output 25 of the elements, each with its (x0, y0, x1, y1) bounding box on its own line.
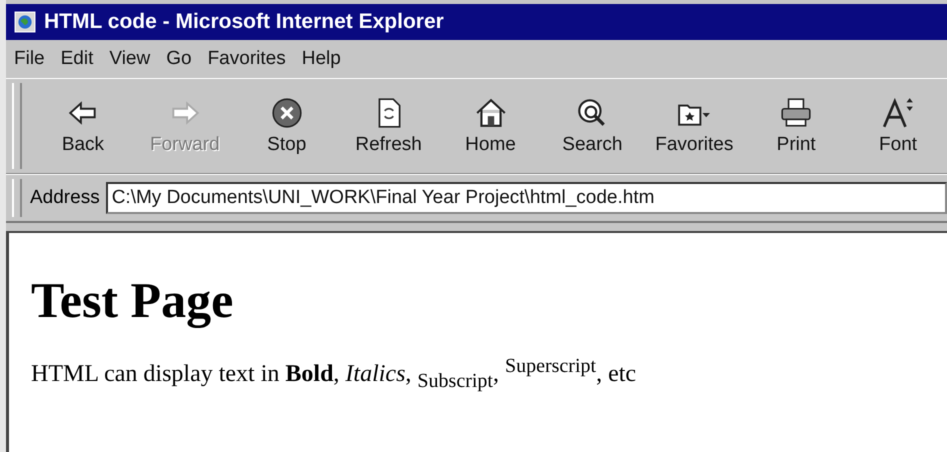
stop-icon (270, 96, 304, 130)
address-label: Address (30, 187, 100, 209)
toolbar-button[interactable]: Home (442, 94, 540, 158)
toolbar-button[interactable]: Search (543, 94, 642, 158)
menu-item[interactable]: File (14, 48, 45, 70)
menu-item[interactable]: Go (166, 48, 192, 70)
menu-item[interactable]: Help (302, 48, 341, 70)
home-icon (474, 96, 508, 130)
toolbar-button[interactable]: Font (849, 94, 947, 158)
address-field[interactable]: C:\My Documents\UNI_WORK\Final Year Project\html_code.htm (106, 182, 947, 214)
page-text: HTML can display text in Bold, Italics, $_{Subscript}$, $^{Superscript}$, etc (31, 355, 638, 393)
window-title: HTML code - Microsoft Internet Explorer (44, 10, 444, 34)
toolbar-button[interactable]: Print (747, 94, 846, 158)
menu-item[interactable]: Edit (60, 48, 94, 70)
menu-item[interactable]: View (109, 48, 150, 70)
browser-icon (14, 11, 36, 33)
menu-item[interactable]: Favorites (208, 48, 286, 70)
toolbar-button[interactable]: Stop (238, 94, 336, 158)
toolbar-grip[interactable] (12, 179, 22, 217)
toolbar-grip[interactable] (12, 83, 22, 169)
page-heading: Test Page (31, 271, 234, 329)
toolbar-button[interactable]: Back (34, 94, 132, 158)
font-icon (881, 96, 916, 130)
toolbar-button[interactable]: Favorites (645, 94, 744, 158)
toolbar-button[interactable]: Refresh (340, 94, 438, 158)
